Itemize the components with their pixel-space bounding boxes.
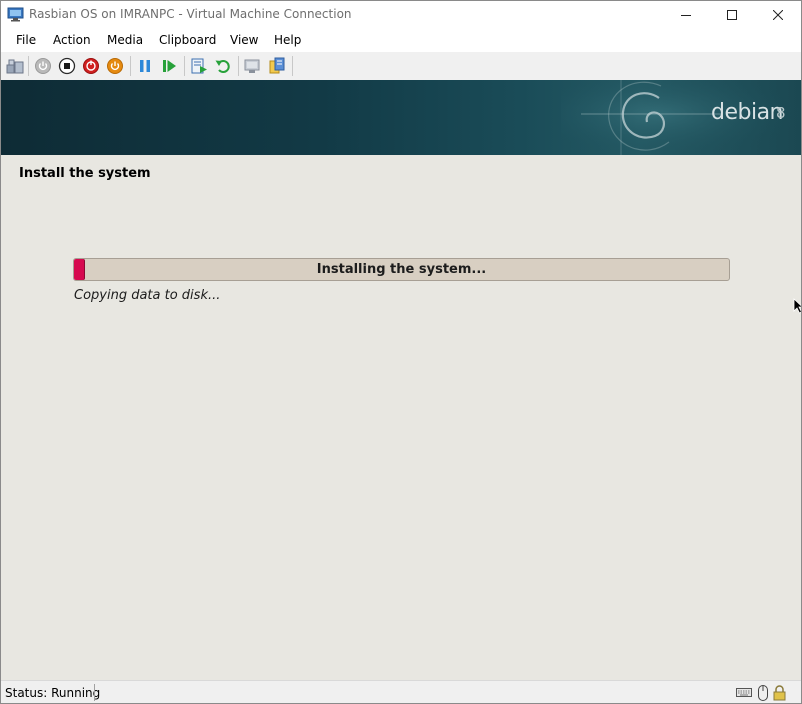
toolbar-separator xyxy=(28,56,29,76)
mouse-pointer-icon xyxy=(793,298,801,314)
share-button[interactable] xyxy=(268,57,286,75)
toolbar-separator xyxy=(130,56,131,76)
toolbar-separator xyxy=(184,56,185,76)
start-icon xyxy=(35,58,51,74)
checkpoint-icon xyxy=(191,58,207,74)
window-title: Rasbian OS on IMRANPC - Virtual Machine … xyxy=(29,7,352,21)
maximize-button[interactable] xyxy=(709,1,755,29)
status-bar: Status: Running xyxy=(1,680,801,703)
save-button[interactable] xyxy=(106,57,124,75)
menu-action[interactable]: Action xyxy=(53,33,91,47)
ctrl-alt-del-button[interactable] xyxy=(6,57,24,75)
lock-icon xyxy=(773,685,786,701)
checkpoint-button[interactable] xyxy=(190,57,208,75)
enhanced-session-button[interactable] xyxy=(244,57,262,75)
menu-clipboard[interactable]: Clipboard xyxy=(159,33,216,47)
minimize-icon xyxy=(681,15,691,16)
toolbar-separator xyxy=(292,56,293,76)
menu-help[interactable]: Help xyxy=(274,33,301,47)
vm-connection-icon xyxy=(7,7,24,22)
start-button[interactable] xyxy=(34,57,52,75)
resume-button[interactable] xyxy=(160,57,178,75)
pause-icon xyxy=(140,60,150,72)
title-bar[interactable]: Rasbian OS on IMRANPC - Virtual Machine … xyxy=(1,1,801,29)
debian-wordmark: debian xyxy=(711,100,784,125)
vm-screen[interactable]: debian 8 Install the system Installing t… xyxy=(1,80,801,680)
shut-down-button[interactable] xyxy=(82,57,100,75)
pause-button[interactable] xyxy=(136,57,154,75)
menu-file[interactable]: File xyxy=(16,33,36,47)
toolbar-separator xyxy=(238,56,239,76)
status-separator xyxy=(94,684,95,701)
turn-off-icon xyxy=(58,57,76,75)
menu-bar: File Action Media Clipboard View Help xyxy=(1,29,801,51)
keyboard-icon xyxy=(736,688,752,697)
turn-off-button[interactable] xyxy=(58,57,76,75)
toolbar xyxy=(1,52,801,80)
enhanced-session-icon xyxy=(244,59,260,73)
menu-media[interactable]: Media xyxy=(107,33,143,47)
close-icon xyxy=(773,10,783,20)
minimize-button[interactable] xyxy=(663,1,709,29)
shut-down-icon xyxy=(83,58,99,74)
share-icon xyxy=(269,57,285,74)
progress-label: Installing the system... xyxy=(316,262,487,277)
progress-detail: Copying data to disk... xyxy=(74,288,221,303)
ctrl-alt-del-icon xyxy=(6,59,24,74)
save-icon xyxy=(107,58,123,74)
revert-button[interactable] xyxy=(214,57,232,75)
page-title: Install the system xyxy=(19,166,151,181)
debian-version: 8 xyxy=(776,104,786,122)
revert-icon xyxy=(215,60,230,73)
maximize-icon xyxy=(727,10,737,20)
menu-view[interactable]: View xyxy=(230,33,258,47)
vm-status: Status: Running xyxy=(5,686,101,700)
vm-connection-window: Rasbian OS on IMRANPC - Virtual Machine … xyxy=(0,0,802,704)
resume-icon xyxy=(163,60,176,72)
install-progress-bar: Installing the system... xyxy=(73,258,730,281)
installer-banner: debian 8 xyxy=(1,80,801,155)
close-button[interactable] xyxy=(755,1,801,29)
mouse-icon xyxy=(758,685,768,701)
